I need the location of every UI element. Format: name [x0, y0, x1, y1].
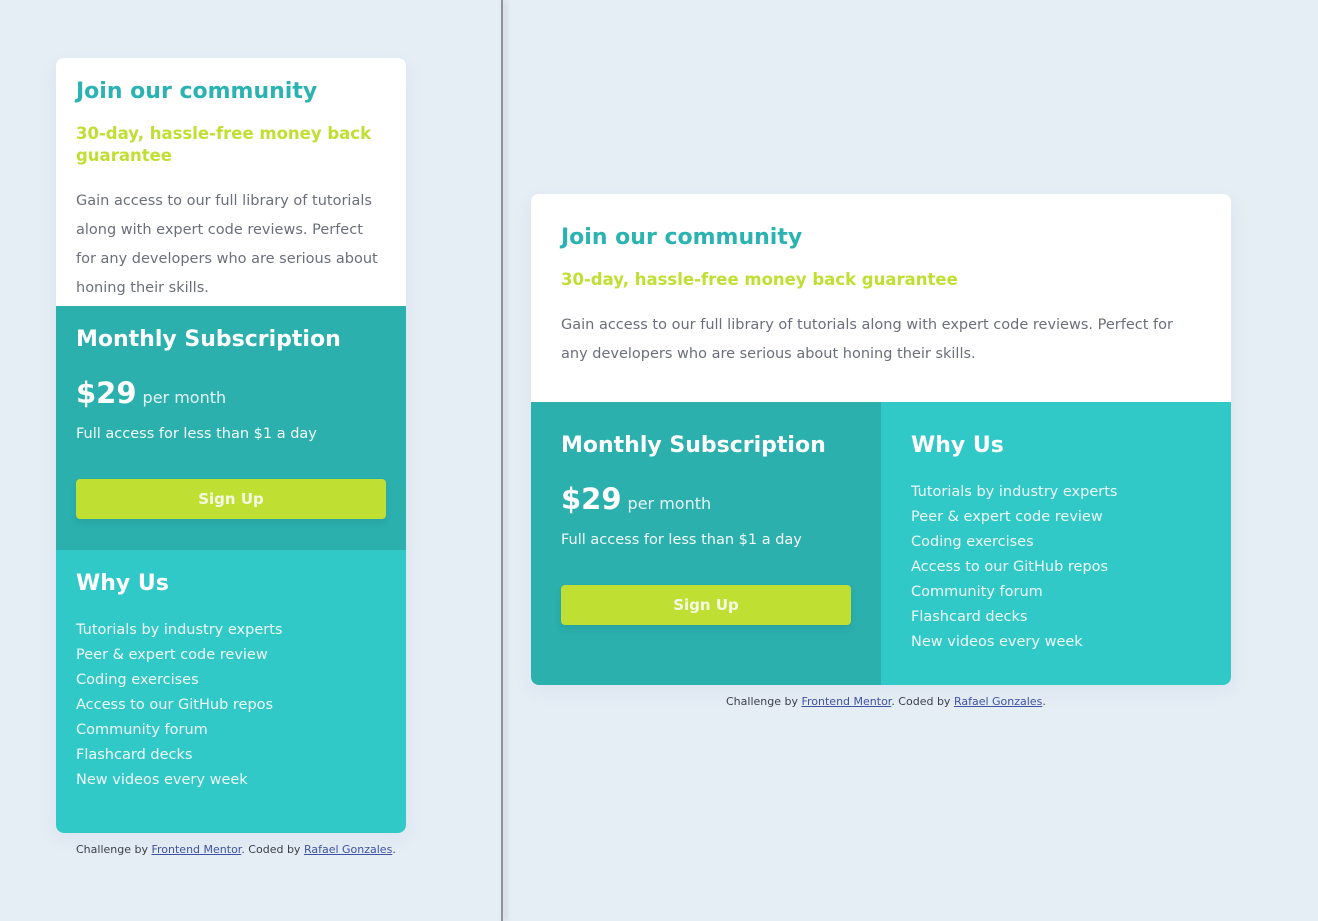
frontend-mentor-link[interactable]: Frontend Mentor [151, 843, 241, 856]
sign-up-button[interactable]: Sign Up [561, 585, 851, 625]
attribution-prefix: Challenge by [76, 843, 148, 856]
list-item: Community forum [911, 584, 1043, 600]
subscription-heading: Monthly Subscription [561, 433, 826, 458]
card-subtitle: 30-day, hassle-free money back guarantee [561, 270, 958, 289]
list-item: Access to our GitHub repos [76, 697, 274, 713]
attribution-middle: . Coded by [241, 843, 301, 856]
community-section: Join our community 30-day, hassle-free m… [531, 194, 1231, 402]
author-link[interactable]: Rafael Gonzales [954, 695, 1042, 708]
author-link[interactable]: Rafael Gonzales [304, 843, 392, 856]
price-period: per month [627, 494, 712, 513]
frontend-mentor-link[interactable]: Frontend Mentor [801, 695, 891, 708]
attribution-desktop: Challenge by Frontend Mentor. Coded by R… [726, 695, 1046, 708]
list-item: New videos every week [911, 634, 1083, 650]
list-item: Flashcard decks [76, 747, 193, 763]
price-row: $29 per month [76, 376, 386, 410]
why-us-section: Why Us Tutorials by industry experts Pee… [881, 402, 1231, 685]
price-period: per month [142, 388, 227, 407]
list-item: Tutorials by industry experts [911, 484, 1118, 500]
list-item: Access to our GitHub repos [911, 559, 1109, 575]
list-item: Coding exercises [911, 534, 1034, 550]
card-description: Gain access to our full library of tutor… [76, 193, 378, 296]
list-item: Tutorials by industry experts [76, 622, 283, 638]
attribution-suffix: . [392, 843, 396, 856]
why-us-list: Tutorials by industry experts Peer & exp… [911, 480, 1201, 655]
why-us-section: Why Us Tutorials by industry experts Pee… [56, 550, 406, 833]
subscription-section: Monthly Subscription $29 per month Full … [56, 306, 406, 550]
attribution-suffix: . [1042, 695, 1046, 708]
sign-up-button[interactable]: Sign Up [76, 479, 386, 519]
attribution-middle: . Coded by [891, 695, 951, 708]
price-value: $29 [561, 482, 622, 516]
price-row: $29 per month [561, 482, 851, 516]
list-item: Peer & expert code review [76, 647, 268, 663]
list-item: Coding exercises [76, 672, 199, 688]
pricing-card-desktop: Join our community 30-day, hassle-free m… [531, 194, 1231, 685]
card-subtitle: 30-day, hassle-free money back guarantee [76, 124, 372, 165]
price-value: $29 [76, 376, 137, 410]
list-item: Peer & expert code review [911, 509, 1103, 525]
list-item: New videos every week [76, 772, 248, 788]
card-title: Join our community [561, 225, 803, 250]
why-us-heading: Why Us [911, 433, 1004, 458]
card-description: Gain access to our full library of tutor… [561, 317, 1173, 362]
subscription-section: Monthly Subscription $29 per month Full … [531, 402, 881, 685]
list-item: Flashcard decks [911, 609, 1028, 625]
attribution-mobile: Challenge by Frontend Mentor. Coded by R… [76, 843, 396, 856]
why-us-list: Tutorials by industry experts Peer & exp… [76, 618, 386, 793]
community-section: Join our community 30-day, hassle-free m… [56, 58, 406, 306]
why-us-heading: Why Us [76, 571, 169, 596]
card-title: Join our community [76, 79, 318, 104]
subscription-note: Full access for less than $1 a day [561, 532, 802, 548]
subscription-note: Full access for less than $1 a day [76, 426, 317, 442]
attribution-prefix: Challenge by [726, 695, 798, 708]
subscription-heading: Monthly Subscription [76, 327, 341, 352]
pricing-card-mobile: Join our community 30-day, hassle-free m… [56, 58, 406, 833]
list-item: Community forum [76, 722, 208, 738]
preview-divider[interactable] [501, 0, 503, 921]
page: Join our community 30-day, hassle-free m… [0, 0, 1318, 921]
